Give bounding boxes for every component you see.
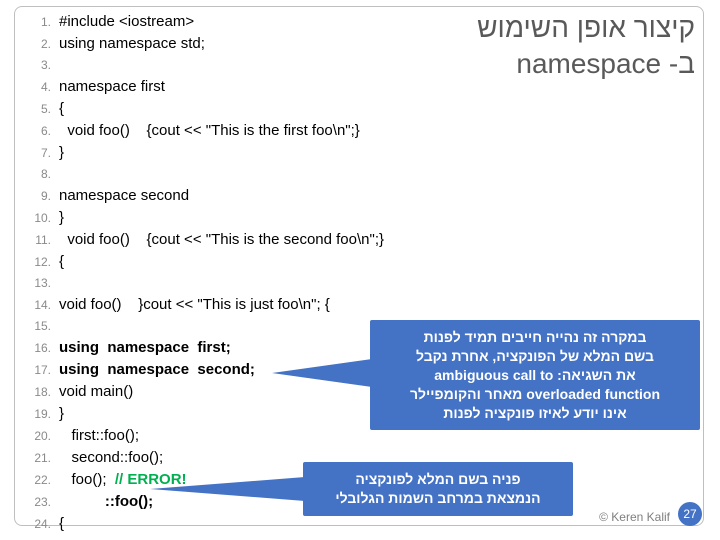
line-number: 24. [15, 514, 59, 535]
slide-title: קיצור אופן השימוש ב- namespace [477, 10, 695, 83]
callout1-line1: במקרה זה נהייה חייבים תמיד לפנות [380, 328, 690, 347]
line-number: 18. [15, 382, 59, 403]
code-line: 7.} [15, 142, 703, 164]
callout2-line2: הנמצאת במרחב השמות הגלובלי [313, 489, 563, 508]
code-text: void foo() }cout << "This is just foo\n"… [59, 294, 330, 315]
code-line: 5.{ [15, 98, 703, 120]
callout2-line1: פניה בשם המלא לפונקציה [313, 470, 563, 489]
code-text: namespace second [59, 185, 189, 206]
code-line: 11. void foo() {cout << "This is the sec… [15, 229, 703, 251]
code-line: 14.void foo() }cout << "This is just foo… [15, 294, 703, 316]
line-number: 1. [15, 12, 59, 33]
code-text: using namespace first; [59, 337, 231, 358]
code-text: { [59, 98, 64, 119]
code-text: ::foo(); [59, 491, 153, 512]
line-number: 12. [15, 252, 59, 273]
line-number: 15. [15, 316, 59, 337]
code-line: 10.} [15, 207, 703, 229]
callout-global: פניה בשם המלא לפונקציה הנמצאת במרחב השמו… [303, 462, 573, 516]
code-container: 1.#include <iostream>2.using namespace s… [14, 6, 704, 526]
code-text: } [59, 403, 64, 424]
code-text: void main() [59, 381, 133, 402]
line-number: 11. [15, 230, 59, 251]
line-number: 9. [15, 186, 59, 207]
line-number: 3. [15, 55, 59, 76]
code-text: } [59, 207, 64, 228]
code-line: 13. [15, 273, 703, 294]
line-number: 7. [15, 143, 59, 164]
code-text: } [59, 142, 64, 163]
callout1-line5: אינו יודע לאיזו פונקציה לפנות [380, 404, 690, 423]
code-text: #include <iostream> [59, 11, 194, 32]
code-line: 8. [15, 164, 703, 185]
code-text: using namespace second; [59, 359, 255, 380]
code-line: 12.{ [15, 251, 703, 273]
callout1-line3: את השגיאה: ambiguous call to [380, 366, 690, 385]
line-number: 10. [15, 208, 59, 229]
line-number: 23. [15, 492, 59, 513]
code-text: first::foo(); [59, 425, 139, 446]
code-text: namespace first [59, 76, 165, 97]
code-text: { [59, 513, 64, 534]
code-text: second::foo(); [59, 447, 163, 468]
title-line-2: ב- namespace [516, 48, 695, 79]
code-text: using namespace std; [59, 33, 205, 54]
callout1-line2: בשם המלא של הפונקציה, אחרת נקבל [380, 347, 690, 366]
line-number: 6. [15, 121, 59, 142]
line-number: 22. [15, 470, 59, 491]
code-line: 6. void foo() {cout << "This is the firs… [15, 120, 703, 142]
line-number: 17. [15, 360, 59, 381]
page-number: 27 [678, 502, 702, 526]
line-number: 4. [15, 77, 59, 98]
line-number: 21. [15, 448, 59, 469]
line-number: 19. [15, 404, 59, 425]
code-text: void foo() {cout << "This is the first f… [59, 120, 360, 141]
line-number: 20. [15, 426, 59, 447]
code-line: 9.namespace second [15, 185, 703, 207]
code-text: void foo() {cout << "This is the second … [59, 229, 384, 250]
code-text: foo(); [59, 469, 115, 490]
callout-arrow-1 [272, 359, 372, 387]
line-number: 2. [15, 34, 59, 55]
line-number: 14. [15, 295, 59, 316]
callout1-line4: overloaded function מאחר והקומפיילר [380, 385, 690, 404]
line-number: 8. [15, 164, 59, 185]
line-number: 5. [15, 99, 59, 120]
callout-arrow-2 [150, 477, 305, 501]
line-number: 13. [15, 273, 59, 294]
code-text: { [59, 251, 64, 272]
copyright: © Keren Kalif [599, 510, 670, 524]
callout-ambiguous: במקרה זה נהייה חייבים תמיד לפנות בשם המל… [370, 320, 700, 430]
line-number: 16. [15, 338, 59, 359]
title-line-1: קיצור אופן השימוש [477, 12, 695, 43]
